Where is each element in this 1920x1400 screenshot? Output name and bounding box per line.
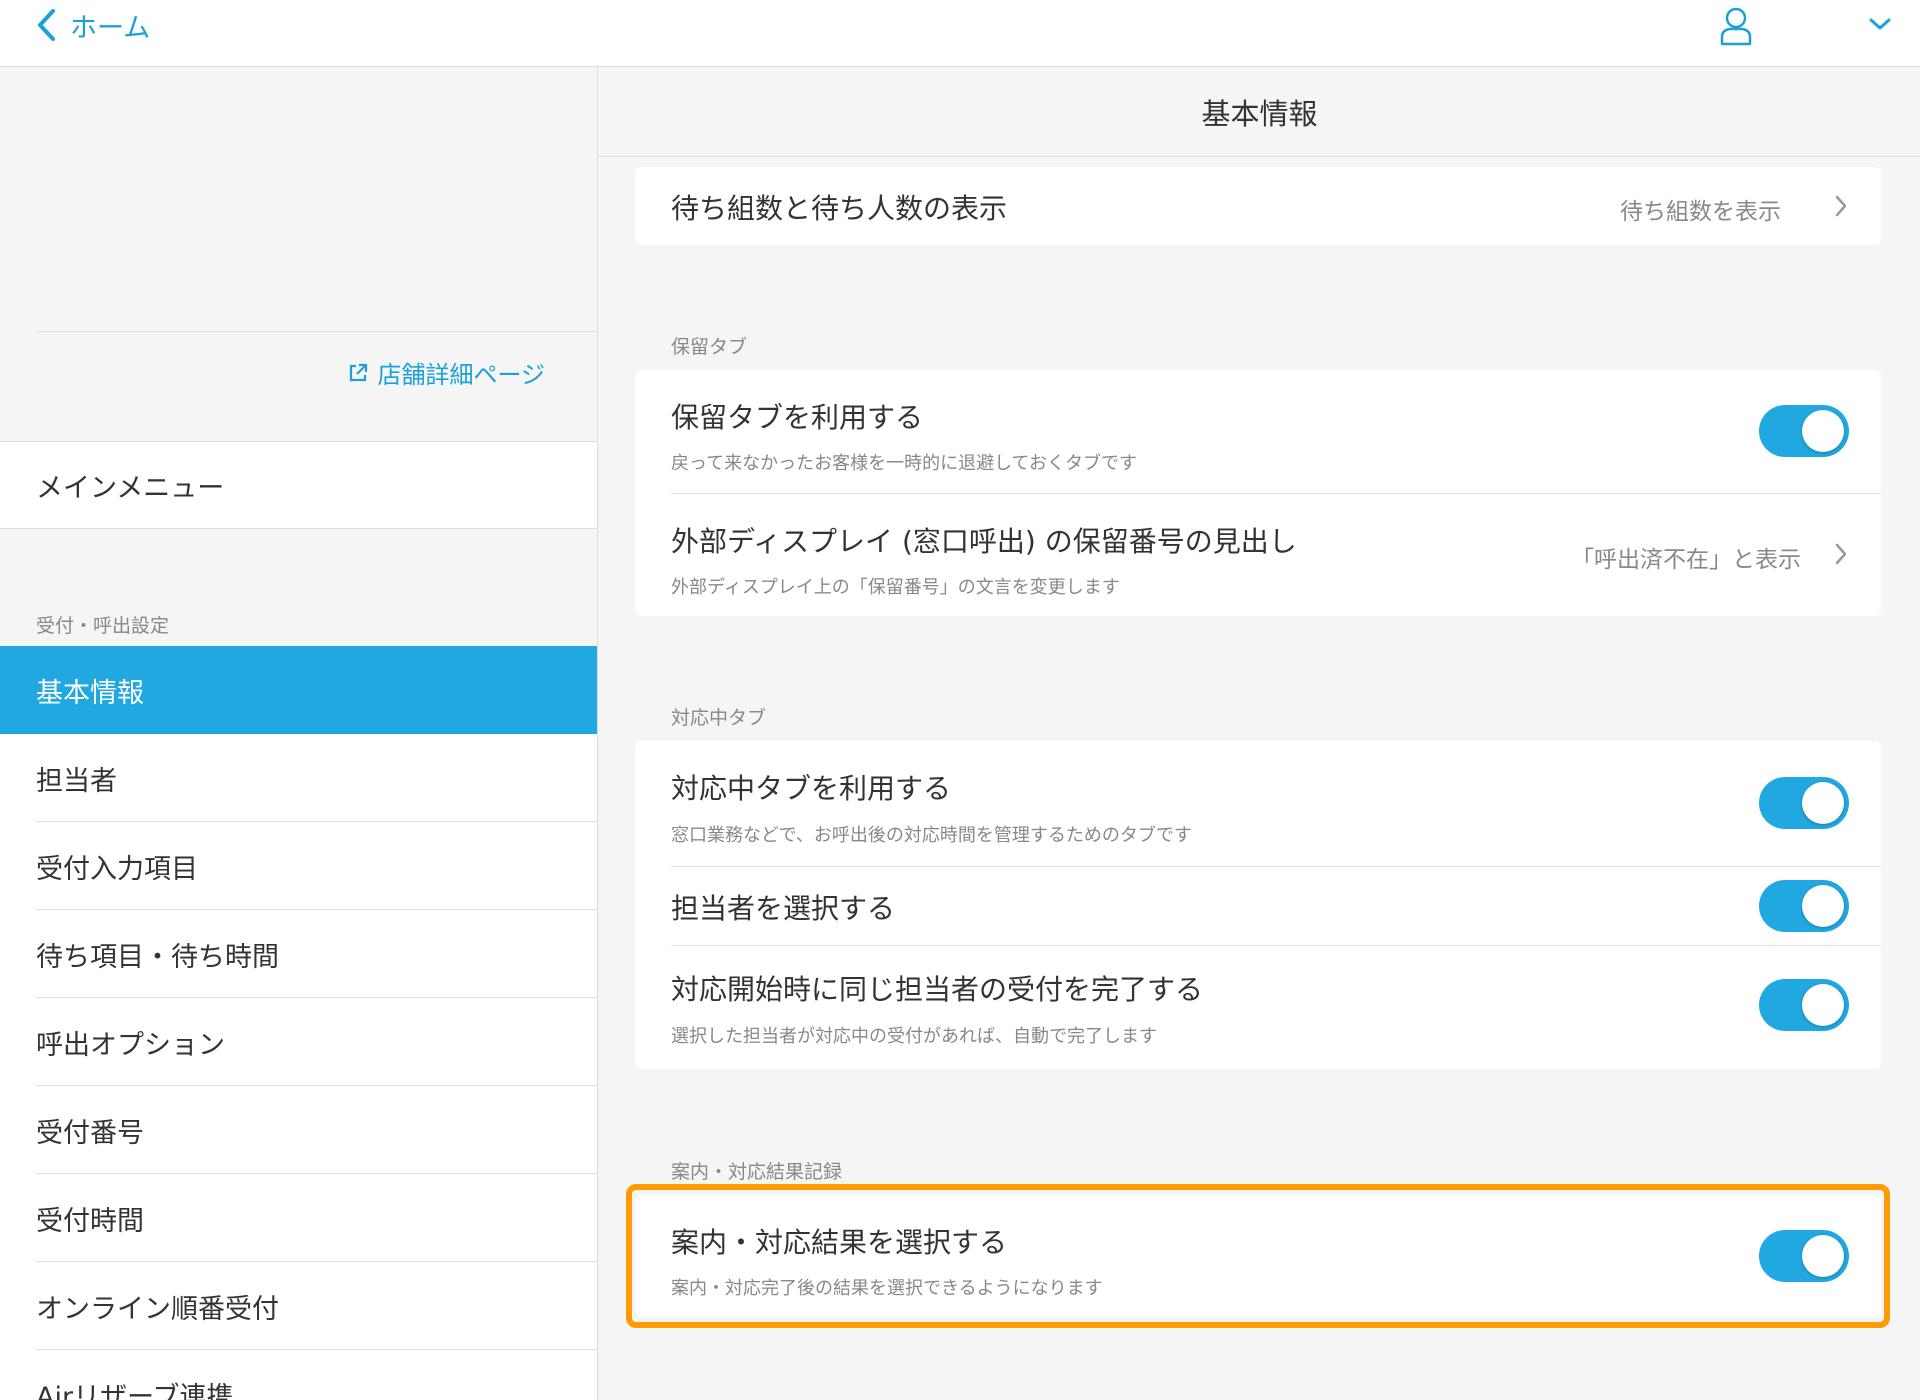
toggle-knob [1802, 1235, 1844, 1277]
sidebar-item-staff[interactable]: 担当者 [0, 734, 597, 822]
select-staff-toggle[interactable] [1759, 880, 1849, 932]
use-hold-tab-row: 保留タブを利用する 戻って来なかったお客様を一時的に退避しておくタブです [635, 370, 1881, 493]
back-button[interactable]: ホーム [36, 0, 150, 50]
toggle-knob [1802, 782, 1844, 824]
section-label-active-tab: 対応中タブ [671, 707, 767, 729]
store-link-divider [36, 331, 597, 332]
sidebar-item-label: 受付番号 [36, 1117, 144, 1149]
chevron-right-icon [1835, 543, 1847, 565]
wait-display-value: 待ち組数を表示 [1620, 199, 1781, 225]
sidebar-section-label: 受付・呼出設定 [36, 615, 170, 637]
hold-heading-title: 外部ディスプレイ (窓口呼出) の保留番号の見出し [671, 525, 1297, 558]
select-result-title: 案内・対応結果を選択する [671, 1226, 1008, 1259]
sidebar-item-label: 基本情報 [36, 677, 144, 709]
wait-display-card: 待ち組数と待ち人数の表示 待ち組数を表示 [635, 167, 1881, 245]
sidebar-item-label: 担当者 [36, 765, 117, 797]
wait-display-title: 待ち組数と待ち人数の表示 [671, 192, 1008, 225]
sidebar-item-online-queue[interactable]: オンライン順番受付 [0, 1262, 597, 1350]
sidebar-item-reception-fields[interactable]: 受付入力項目 [0, 822, 597, 910]
sidebar-item-label: 呼出オプション [36, 1029, 225, 1061]
use-hold-tab-title: 保留タブを利用する [671, 401, 924, 434]
select-staff-row: 担当者を選択する [635, 867, 1881, 945]
sidebar-list: 基本情報 担当者 受付入力項目 待ち項目・待ち時間 呼出オプション 受付番号 受… [0, 646, 597, 1400]
sidebar-item-label: 待ち項目・待ち時間 [36, 941, 279, 973]
sidebar-item-label: 受付時間 [36, 1205, 144, 1237]
store-detail-link[interactable]: 店舗詳細ページ [347, 355, 545, 390]
hold-heading-row[interactable]: 外部ディスプレイ (窓口呼出) の保留番号の見出し 外部ディスプレイ上の「保留番… [635, 494, 1881, 616]
select-staff-title: 担当者を選択する [671, 892, 896, 925]
use-hold-tab-toggle[interactable] [1759, 405, 1849, 457]
hold-heading-value: 「呼出済不在」と表示 [1571, 547, 1801, 573]
use-active-tab-row: 対応中タブを利用する 窓口業務などで、お呼出後の対応時間を管理するためのタブです [635, 741, 1881, 866]
back-label: ホーム [70, 12, 151, 44]
use-active-tab-subtitle: 窓口業務などで、お呼出後の対応時間を管理するためのタブです [671, 825, 1192, 846]
chevron-down-icon[interactable] [1866, 14, 1894, 34]
complete-same-staff-toggle[interactable] [1759, 979, 1849, 1031]
section-label-hold-tab: 保留タブ [671, 336, 748, 358]
chevron-left-icon [38, 9, 55, 41]
sidebar: 店舗詳細ページ メインメニュー 受付・呼出設定 基本情報 担当者 受付入力項目 … [0, 67, 598, 1400]
main-menu-label: メインメニュー [36, 472, 225, 504]
sidebar-item-label: Airリザーブ連携 [36, 1381, 234, 1400]
section-label-result-record: 案内・対応結果記録 [671, 1161, 843, 1183]
use-active-tab-title: 対応中タブを利用する [671, 772, 952, 805]
use-hold-tab-subtitle: 戻って来なかったお客様を一時的に退避しておくタブです [671, 453, 1138, 474]
toggle-knob [1802, 885, 1844, 927]
hold-heading-subtitle: 外部ディスプレイ上の「保留番号」の文言を変更します [671, 577, 1120, 598]
chevron-right-icon [1835, 195, 1847, 217]
select-result-row: 案内・対応結果を選択する 案内・対応完了後の結果を選択できるようになります [635, 1195, 1881, 1317]
sidebar-item-reception-number[interactable]: 受付番号 [0, 1086, 597, 1174]
sidebar-item-wait-items[interactable]: 待ち項目・待ち時間 [0, 910, 597, 998]
main-menu-item[interactable]: メインメニュー [0, 441, 597, 529]
sidebar-item-air-reserve[interactable]: Airリザーブ連携 [0, 1350, 597, 1400]
sidebar-item-label: オンライン順番受付 [36, 1293, 279, 1325]
use-active-tab-toggle[interactable] [1759, 777, 1849, 829]
hold-tab-card: 保留タブを利用する 戻って来なかったお客様を一時的に退避しておくタブです 外部デ… [635, 370, 1881, 616]
main-header: 基本情報 [599, 67, 1920, 157]
result-record-card: 案内・対応結果を選択する 案内・対応完了後の結果を選択できるようになります [635, 1195, 1881, 1317]
sidebar-item-call-options[interactable]: 呼出オプション [0, 998, 597, 1086]
wait-display-row[interactable]: 待ち組数と待ち人数の表示 待ち組数を表示 [635, 167, 1881, 245]
complete-same-staff-subtitle: 選択した担当者が対応中の受付があれば、自動で完了します [671, 1026, 1157, 1047]
select-result-toggle[interactable] [1759, 1230, 1849, 1282]
top-bar: ホーム [0, 0, 1920, 67]
complete-same-staff-row: 対応開始時に同じ担当者の受付を完了する 選択した担当者が対応中の受付があれば、自… [635, 946, 1881, 1069]
complete-same-staff-title: 対応開始時に同じ担当者の受付を完了する [671, 973, 1204, 1006]
page-title: 基本情報 [1201, 96, 1318, 131]
store-detail-link-label: 店舗詳細ページ [377, 361, 545, 389]
sidebar-item-basic-info[interactable]: 基本情報 [0, 646, 597, 734]
toggle-knob [1802, 984, 1844, 1026]
select-result-subtitle: 案内・対応完了後の結果を選択できるようになります [671, 1278, 1103, 1299]
sidebar-item-label: 受付入力項目 [36, 853, 198, 885]
external-link-icon [350, 363, 368, 381]
user-icon[interactable] [1718, 6, 1754, 46]
active-tab-card: 対応中タブを利用する 窓口業務などで、お呼出後の対応時間を管理するためのタブです… [635, 741, 1881, 1069]
toggle-knob [1802, 410, 1844, 452]
sidebar-item-reception-hours[interactable]: 受付時間 [0, 1174, 597, 1262]
